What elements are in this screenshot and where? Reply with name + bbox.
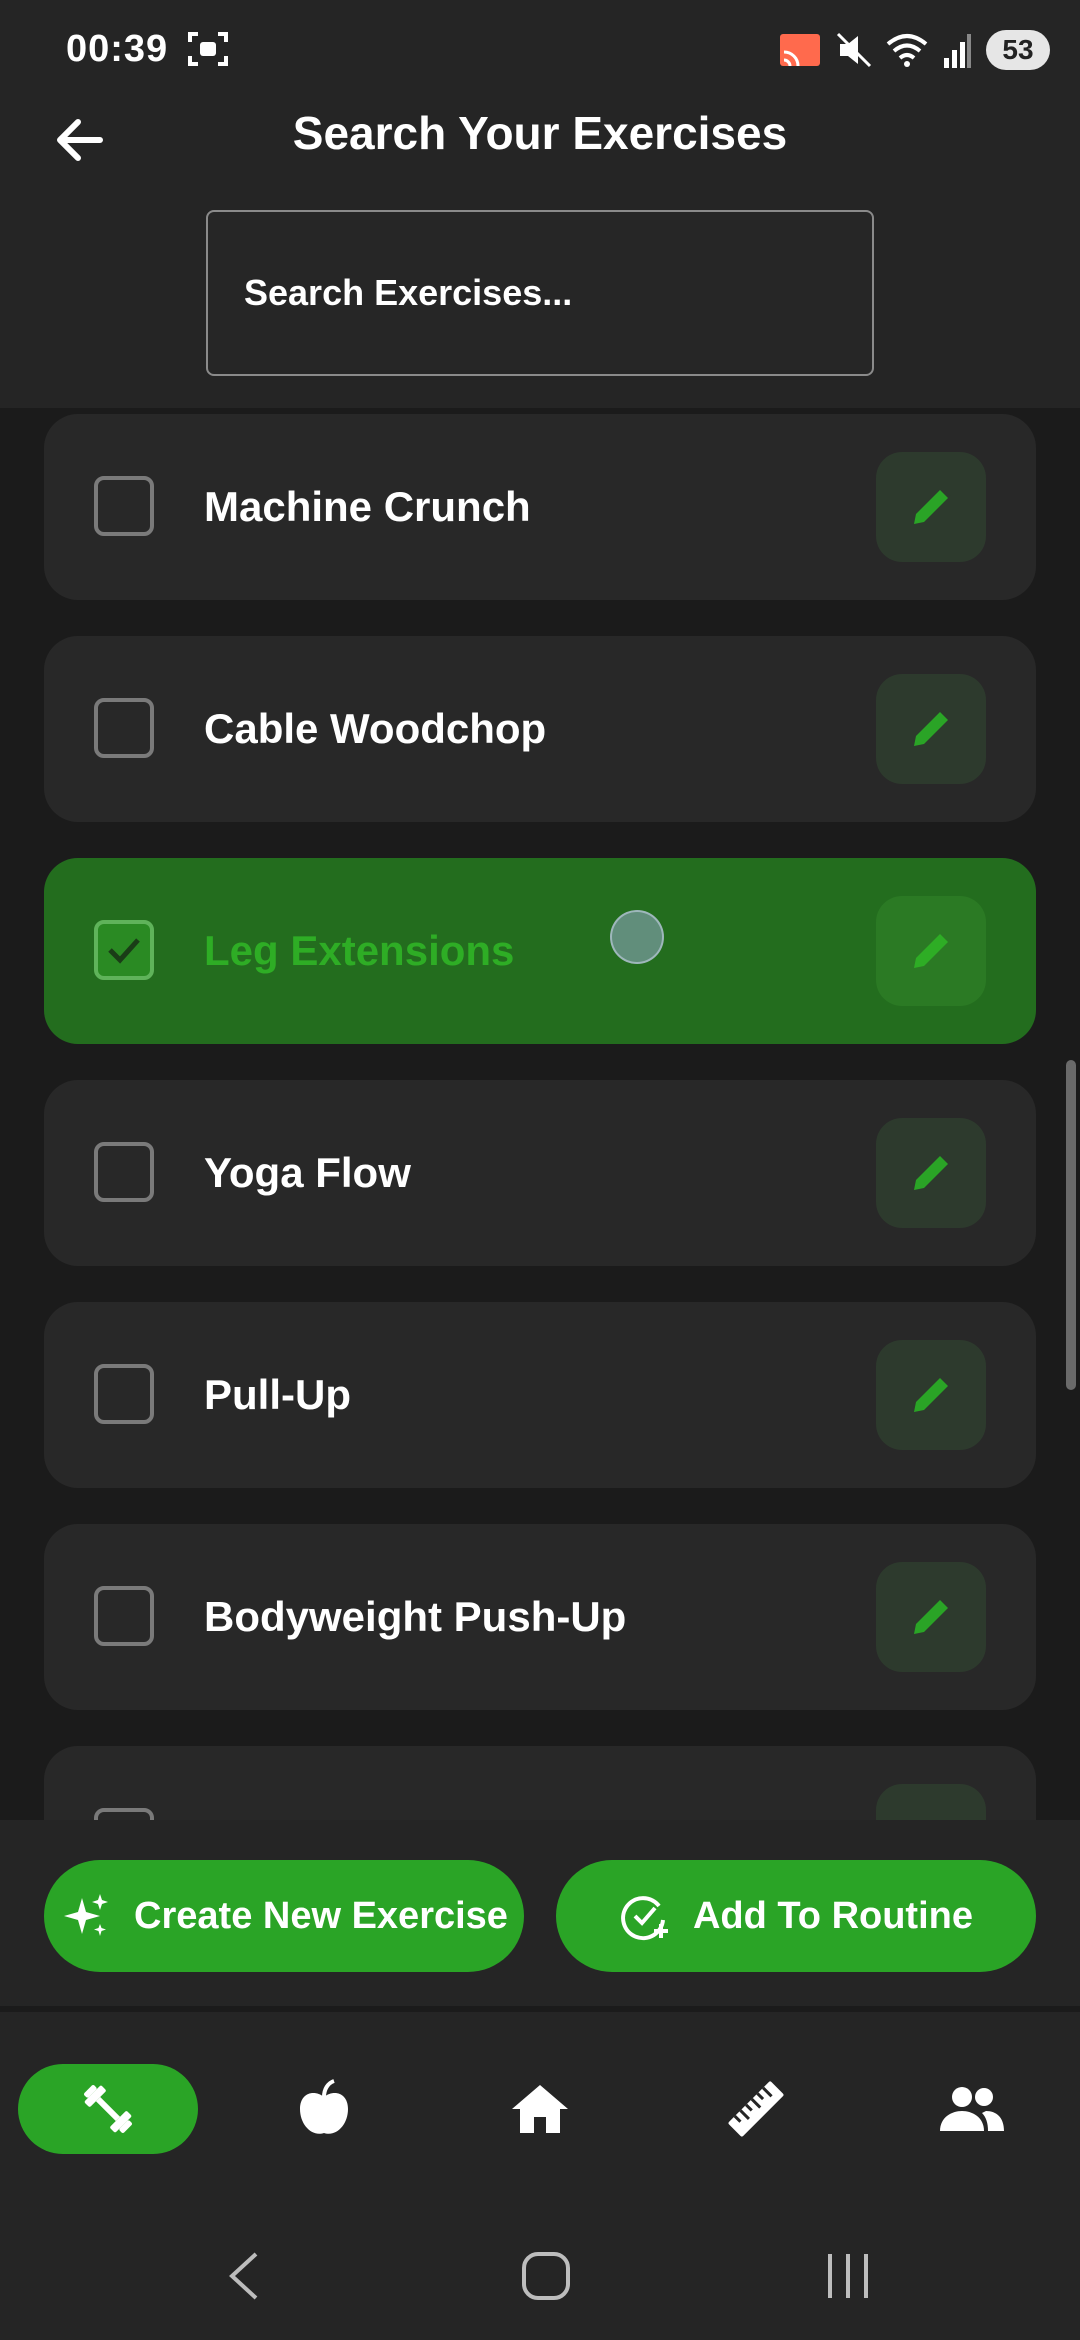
search-field[interactable] <box>206 210 874 376</box>
nav-home[interactable] <box>450 2064 630 2154</box>
exercise-name: Bodyweight Push-Up <box>204 1593 627 1640</box>
list-scrollbar[interactable] <box>1066 1060 1076 1390</box>
exercise-name: Pull-Up <box>204 1371 351 1418</box>
exercise-checkbox[interactable] <box>94 476 154 536</box>
exercise-card[interactable]: Yoga Flow <box>44 1080 1036 1266</box>
nav-community[interactable] <box>882 2064 1062 2154</box>
exercise-name: Leg Extensions <box>204 927 515 974</box>
exercise-checkbox[interactable] <box>94 1364 154 1424</box>
wifi-icon <box>886 34 928 67</box>
signal-icon <box>944 34 971 68</box>
exercise-card[interactable]: Machine Crunch <box>44 414 1036 600</box>
people-icon <box>940 2087 1004 2131</box>
pencil-icon <box>914 934 948 968</box>
edit-button[interactable] <box>876 1784 986 1820</box>
status-time: 00:39 <box>66 28 169 70</box>
exercise-card-selected[interactable]: Leg Extensions <box>44 858 1036 1044</box>
exercise-checkbox-checked[interactable] <box>94 920 154 980</box>
system-recents-icon[interactable] <box>818 2246 878 2306</box>
system-home-icon[interactable] <box>516 2246 576 2306</box>
nav-measurements[interactable] <box>666 2064 846 2154</box>
exercise-card-partial[interactable] <box>44 1746 1036 1820</box>
exercise-name: Cable Woodchop <box>204 705 547 752</box>
status-bar: 00:39 53 <box>0 0 1080 100</box>
checkmark-icon <box>108 938 140 964</box>
pencil-icon <box>914 712 948 746</box>
exercise-card[interactable]: Bodyweight Push-Up <box>44 1524 1036 1710</box>
action-bar: Create New Exercise Add To Routine <box>0 1820 1080 2006</box>
edit-button[interactable] <box>876 1562 986 1672</box>
bottom-navigation <box>0 2012 1080 2208</box>
exercise-list[interactable]: Machine Crunch Cable Woodchop Leg Extens… <box>0 408 1080 1820</box>
edit-button[interactable] <box>876 452 986 562</box>
edit-button[interactable] <box>876 896 986 1006</box>
mute-icon <box>836 32 872 68</box>
nav-nutrition[interactable] <box>234 2064 414 2154</box>
nav-active-pill <box>18 2064 198 2154</box>
exercise-checkbox[interactable] <box>94 1586 154 1646</box>
system-navigation <box>0 2208 1080 2340</box>
check-circle-add-icon <box>621 1896 668 1941</box>
create-new-exercise-button[interactable]: Create New Exercise <box>44 1860 524 1972</box>
touch-indicator <box>610 910 664 964</box>
edit-button[interactable] <box>876 1118 986 1228</box>
exercise-checkbox[interactable] <box>94 698 154 758</box>
exercise-card[interactable]: Cable Woodchop <box>44 636 1036 822</box>
apple-icon <box>300 2079 348 2134</box>
edit-button[interactable] <box>876 1340 986 1450</box>
ruler-icon <box>728 2081 784 2137</box>
screen-record-icon <box>188 32 228 66</box>
page-title: Search Your Exercises <box>292 107 788 159</box>
exercise-checkbox[interactable] <box>94 1142 154 1202</box>
edit-button[interactable] <box>876 674 986 784</box>
dumbbell-icon <box>84 2085 132 2133</box>
pencil-icon <box>914 1156 948 1190</box>
nav-workouts[interactable] <box>18 2064 198 2154</box>
add-to-routine-label: Add To Routine <box>692 1894 973 1937</box>
pencil-icon <box>914 487 951 524</box>
exercise-checkbox[interactable] <box>94 1808 154 1820</box>
search-input[interactable] <box>242 271 872 315</box>
exercise-name: Machine Crunch <box>204 483 531 530</box>
exercise-card[interactable]: Pull-Up <box>44 1302 1036 1488</box>
sparkle-icon <box>64 1894 109 1936</box>
system-back-icon[interactable] <box>216 2246 276 2306</box>
pencil-icon <box>914 1600 948 1634</box>
cast-icon <box>780 34 820 67</box>
exercise-name: Yoga Flow <box>204 1149 411 1196</box>
battery-indicator: 53 <box>986 30 1050 70</box>
create-new-exercise-label: Create New Exercise <box>134 1894 508 1937</box>
home-icon <box>512 2085 568 2133</box>
pencil-icon <box>914 1378 948 1412</box>
add-to-routine-button[interactable]: Add To Routine <box>556 1860 1036 1972</box>
